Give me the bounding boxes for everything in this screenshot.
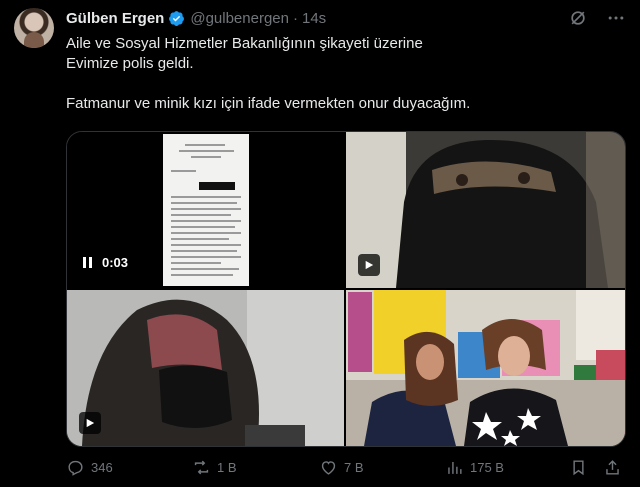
post-top-actions xyxy=(568,8,626,28)
play-icon[interactable] xyxy=(79,412,101,434)
repost-count: 1 B xyxy=(217,460,237,475)
post-header: Gülben Ergen @gulbenergen · 14s xyxy=(66,8,326,28)
grok-icon[interactable] xyxy=(568,8,588,28)
post-text: Aile ve Sosyal Hizmetler Bakanlığının şi… xyxy=(66,34,626,114)
two-women-image xyxy=(346,290,625,446)
post-time[interactable]: 14s xyxy=(302,10,326,27)
more-options-icon[interactable] xyxy=(606,8,626,28)
post-text-line: Evimize polis geldi. xyxy=(66,55,194,72)
verified-badge-icon xyxy=(169,10,185,26)
avatar[interactable] xyxy=(14,8,54,48)
repost-button[interactable]: 1 B xyxy=(192,458,237,477)
author-handle[interactable]: @gulbenergen xyxy=(190,10,289,27)
media-photo-two-women[interactable] xyxy=(346,290,625,446)
bookmark-icon xyxy=(573,460,584,476)
share-icon xyxy=(606,460,619,475)
views-chart-icon xyxy=(448,461,462,474)
author-name[interactable]: Gülben Ergen xyxy=(66,10,164,27)
share-button[interactable] xyxy=(603,458,622,477)
post-text-line: Aile ve Sosyal Hizmetler Bakanlığının şi… xyxy=(66,35,423,52)
repost-icon xyxy=(194,460,209,475)
media-video-veiled[interactable] xyxy=(346,132,625,288)
reply-button[interactable]: 346 xyxy=(66,458,113,477)
video-timestamp: 0:03 xyxy=(102,255,129,270)
views-button[interactable]: 175 B xyxy=(445,458,504,477)
post-actions: 346 1 B 7 B 175 B xyxy=(66,458,626,480)
play-icon[interactable] xyxy=(358,254,380,276)
like-count: 7 B xyxy=(344,460,364,475)
like-button[interactable]: 7 B xyxy=(319,458,364,477)
reply-icon xyxy=(68,460,83,476)
views-count: 175 B xyxy=(470,460,504,475)
masked-person-image xyxy=(67,290,344,446)
document-image xyxy=(163,134,249,286)
video-pause-control[interactable]: 0:03 xyxy=(83,255,128,270)
media-grid: 0:03 xyxy=(66,131,626,447)
media-video-masked[interactable] xyxy=(67,290,344,446)
heart-icon xyxy=(321,461,336,475)
bookmark-button[interactable] xyxy=(569,458,588,477)
post-text-line: Fatmanur ve minik kızı için ifade vermek… xyxy=(66,95,471,112)
pause-icon[interactable] xyxy=(83,257,92,268)
veiled-person-image xyxy=(346,132,625,288)
reply-count: 346 xyxy=(91,460,113,475)
media-video-document[interactable]: 0:03 xyxy=(67,132,344,288)
separator-dot: · xyxy=(292,9,298,27)
